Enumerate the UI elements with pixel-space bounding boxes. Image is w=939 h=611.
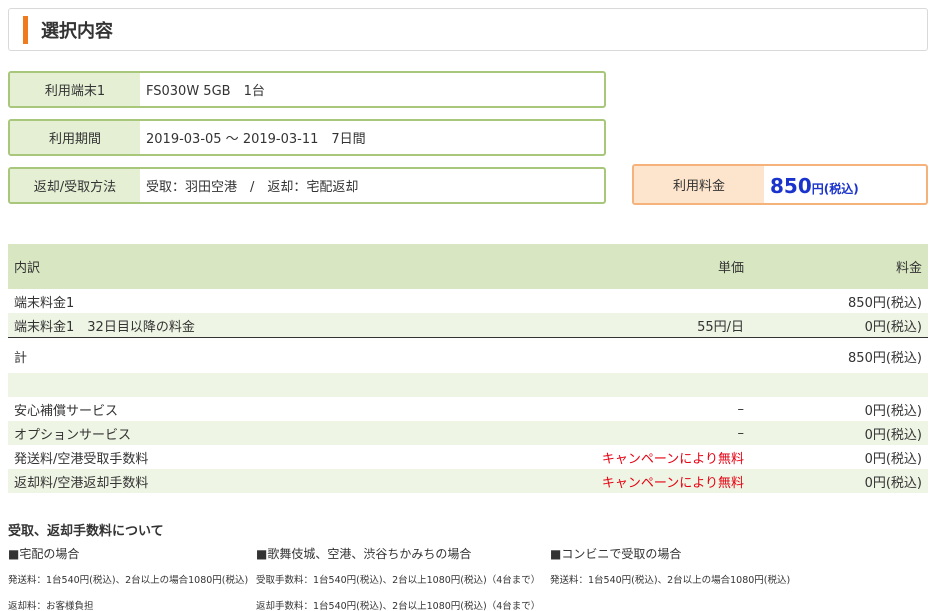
info-method: 返却/受取方法 受取：羽田空港 / 返却：宅配返却 [8, 167, 606, 204]
table-row: 返却料/空港返却手数料 キャンペーンにより無料 0円(税込) [8, 469, 928, 493]
info-method-label: 返却/受取方法 [10, 169, 140, 202]
breakdown-table: 内訳 単価 料金 端末料金1 850円(税込) 端末料金1 32日目以降の料金 … [8, 244, 928, 493]
row-fee: 0円(税込) [864, 451, 922, 467]
row-item: 端末料金1 [14, 295, 75, 311]
campaign-note: キャンペーンにより無料 [601, 451, 744, 467]
table-row: 端末料金1 32日目以降の料金 55円/日 0円(税込) [8, 313, 928, 337]
selection-header: 選択内容 [8, 8, 928, 51]
fee-heading: ■宅配の場合 [8, 547, 80, 561]
fee-column-convenience: ■コンビニで受取の場合 発送料：1台540円(税込)、2台以上の場合1080円(… [550, 545, 790, 598]
fee-line: 発送料：1台540円(税込)、2台以上の場合1080円(税込) [8, 575, 249, 586]
price-amount: 850 [770, 174, 812, 198]
info-device: 利用端末1 FS030W 5GB 1台 [8, 71, 606, 108]
row-item: 端末料金1 32日目以降の料金 [14, 319, 195, 335]
table-spacer [8, 373, 928, 397]
fees-section-title: 受取、返却手数料について [8, 524, 164, 539]
page-title: 選択内容 [41, 20, 113, 42]
info-period: 利用期間 2019-03-05 ～ 2019-03-11 7日間 [8, 119, 606, 156]
row-fee: 850円(税込) [848, 295, 922, 311]
row-item: 安心補償サービス [14, 403, 119, 419]
row-item: オプションサービス [14, 427, 132, 443]
table-row: 安心補償サービス – 0円(税込) [8, 397, 928, 421]
header-fee: 料金 [895, 261, 922, 276]
price-box: 利用料金 850 円(税込) [632, 164, 928, 205]
row-item: 返却料/空港返却手数料 [14, 475, 149, 491]
header-unit-price: 単価 [717, 261, 744, 276]
fee-column-counter: ■歌舞伎城、空港、渋谷ちかみちの場合 受取手数料：1台540円(税込)、2台以上… [256, 545, 540, 611]
fee-line: 発送料：1台540円(税込)、2台以上の場合1080円(税込) [550, 575, 791, 586]
row-unit-price: 55円/日 [697, 319, 744, 335]
info-device-label: 利用端末1 [10, 73, 140, 106]
price-value: 850 円(税込) [764, 166, 926, 203]
table-row: 発送料/空港受取手数料 キャンペーンにより無料 0円(税込) [8, 445, 928, 469]
table-row: 端末料金1 850円(税込) [8, 289, 928, 313]
row-fee: 0円(税込) [864, 403, 922, 419]
fee-heading: ■歌舞伎城、空港、渋谷ちかみちの場合 [256, 547, 472, 561]
table-header-row: 内訳 単価 料金 [8, 244, 928, 289]
row-fee: 0円(税込) [864, 427, 922, 443]
row-unit-price: – [737, 425, 745, 441]
fee-line: 返却手数料：1台540円(税込)、2台以上1080円(税込)（4台まで） [256, 601, 541, 611]
info-period-label: 利用期間 [10, 121, 140, 154]
header-accent-bar [23, 15, 28, 44]
total-label: 計 [14, 351, 28, 366]
price-label: 利用料金 [634, 166, 764, 203]
row-fee: 0円(税込) [864, 475, 922, 491]
fee-heading: ■コンビニで受取の場合 [550, 547, 682, 561]
info-period-value: 2019-03-05 ～ 2019-03-11 7日間 [146, 132, 366, 147]
fee-line: 受取手数料：1台540円(税込)、2台以上1080円(税込)（4台まで） [256, 575, 541, 586]
fee-line: 返却料：お客様負担 [8, 601, 94, 611]
row-fee: 0円(税込) [864, 319, 922, 335]
total-row: 計 850円(税込) [8, 337, 928, 373]
info-device-value: FS030W 5GB 1台 [146, 84, 265, 99]
info-method-value: 受取：羽田空港 / 返却：宅配返却 [146, 180, 359, 195]
row-unit-price: – [737, 401, 745, 417]
row-item: 発送料/空港受取手数料 [14, 451, 149, 467]
total-fee: 850円(税込) [848, 351, 922, 366]
table-row: オプションサービス – 0円(税込) [8, 421, 928, 445]
campaign-note: キャンペーンにより無料 [601, 475, 744, 491]
fee-column-delivery: ■宅配の場合 発送料：1台540円(税込)、2台以上の場合1080円(税込) 返… [8, 545, 248, 611]
price-unit: 円(税込) [811, 182, 859, 196]
header-item: 内訳 [14, 261, 41, 276]
